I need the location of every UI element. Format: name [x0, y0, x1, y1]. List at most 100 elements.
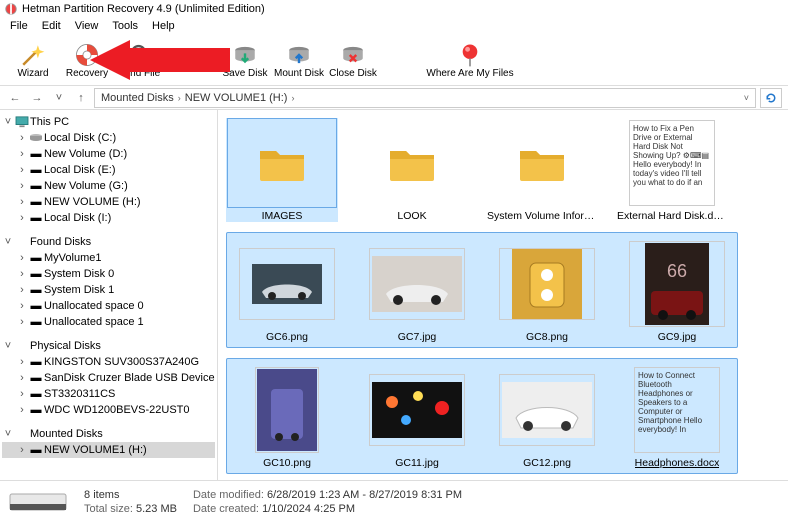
up-button[interactable]: ↑ [72, 92, 90, 104]
drive-icon: ▬ [28, 148, 44, 160]
status-bar: 8 items Total size: 5.23 MB Date modifie… [0, 480, 788, 522]
title-bar: Hetman Partition Recovery 4.9 (Unlimited… [0, 0, 788, 18]
tree-local-i[interactable]: ›▬Local Disk (I:) [2, 210, 215, 226]
tree-mounted[interactable]: ˅Mounted Disks [2, 426, 215, 442]
tree-sandisk[interactable]: ›▬SanDisk Cruzer Blade USB Device [2, 370, 215, 386]
nav-bar: ← → ˅ ↑ Mounted Disks › NEW VOLUME1 (H:)… [0, 86, 788, 110]
expand-icon[interactable]: › [16, 148, 28, 160]
menu-edit[interactable]: Edit [36, 18, 67, 36]
tree-physical[interactable]: ˅Physical Disks [2, 338, 215, 354]
expand-icon[interactable]: › [16, 212, 28, 224]
tree-new-h[interactable]: ›▬NEW VOLUME (H:) [2, 194, 215, 210]
forward-button[interactable]: → [28, 92, 46, 104]
main-area: ˅ This PC ›Local Disk (C:) ›▬New Volume … [0, 110, 788, 480]
selection-group-2: GC10.png GC11.jpg GC12.png How to Connec… [226, 358, 738, 474]
tree-local-c[interactable]: ›Local Disk (C:) [2, 130, 215, 146]
file-gc11[interactable]: GC11.jpg [361, 365, 473, 469]
tree-local-e[interactable]: ›▬Local Disk (E:) [2, 162, 215, 178]
file-headphones-docx[interactable]: How to Connect Bluetooth Headphones or S… [621, 365, 733, 469]
collapse-icon[interactable]: ˅ [2, 428, 14, 440]
collapse-icon[interactable]: ˅ [2, 340, 14, 352]
wizard-button[interactable]: Wizard [6, 40, 60, 79]
disk-icon [28, 133, 44, 143]
toolbar: Wizard Recovery Find File Save Disk Moun… [0, 36, 788, 86]
pc-icon [14, 116, 30, 128]
folder-svi[interactable]: System Volume Information [486, 118, 598, 222]
image-thumbnail [499, 374, 595, 446]
image-thumbnail [239, 248, 335, 320]
disk-close-icon [340, 42, 366, 68]
menu-file[interactable]: File [4, 18, 34, 36]
tree-sysdisk0[interactable]: ›▬System Disk 0 [2, 266, 215, 282]
file-gc12[interactable]: GC12.png [491, 365, 603, 469]
tree-found[interactable]: ˅Found Disks [2, 234, 215, 250]
tree-new-g[interactable]: ›▬New Volume (G:) [2, 178, 215, 194]
tree-panel[interactable]: ˅ This PC ›Local Disk (C:) ›▬New Volume … [0, 110, 218, 480]
tree-sysdisk1[interactable]: ›▬System Disk 1 [2, 282, 215, 298]
tree-mounted-h[interactable]: ›▬NEW VOLUME1 (H:) [2, 442, 215, 458]
menu-view[interactable]: View [69, 18, 105, 36]
search-icon [128, 42, 154, 68]
chevron-right-icon: › [291, 93, 294, 103]
disk-mount-icon [286, 42, 312, 68]
findfile-button[interactable]: Find File [114, 40, 168, 79]
folder-look[interactable]: LOOK [356, 118, 468, 222]
tree-kingston[interactable]: ›▬KINGSTON SUV300S37A240G [2, 354, 215, 370]
drive-icon: ▬ [28, 212, 44, 224]
menu-tools[interactable]: Tools [106, 18, 144, 36]
tree-st332[interactable]: ›▬ST3320311CS [2, 386, 215, 402]
image-thumbnail: 66 [629, 241, 725, 327]
file-gc7[interactable]: GC7.jpg [361, 239, 473, 343]
image-thumbnail [369, 248, 465, 320]
history-dropdown[interactable]: ˅ [50, 92, 68, 104]
pin-icon [457, 42, 483, 68]
tree-myvolume1[interactable]: ›▬MyVolume1 [2, 250, 215, 266]
menu-help[interactable]: Help [146, 18, 181, 36]
refresh-button[interactable] [760, 88, 782, 108]
back-button[interactable]: ← [6, 92, 24, 104]
tree-wdc[interactable]: ›▬WDC WD1200BEVS-22UST0 [2, 402, 215, 418]
folder-icon [258, 143, 306, 183]
menu-bar: File Edit View Tools Help [0, 18, 788, 36]
drive-icon: ▬ [28, 164, 44, 176]
chevron-right-icon: › [178, 93, 181, 103]
closedisk-button[interactable]: Close Disk [326, 40, 380, 79]
file-gc9[interactable]: 66 GC9.jpg [621, 239, 733, 343]
folder-images[interactable]: IMAGES [226, 118, 338, 222]
window-title: Hetman Partition Recovery 4.9 (Unlimited… [22, 3, 265, 15]
file-view[interactable]: IMAGES LOOK System Volume Information Ho… [218, 110, 788, 480]
file-gc10[interactable]: GC10.png [231, 365, 343, 469]
file-gc6[interactable]: GC6.png [231, 239, 343, 343]
selection-group: GC6.png GC7.jpg GC8.png 66 GC9.jpg [226, 232, 738, 348]
tree-new-d[interactable]: ›▬New Volume (D:) [2, 146, 215, 162]
savedisk-button[interactable]: Save Disk [218, 40, 272, 79]
file-external-docx[interactable]: How to Fix a Pen Drive or External Hard … [616, 118, 728, 222]
wherefiles-button[interactable]: Where Are My Files [420, 40, 520, 79]
svg-text:66: 66 [667, 261, 687, 281]
breadcrumb[interactable]: Mounted Disks › NEW VOLUME1 (H:) › ˅ [94, 88, 756, 108]
tree-unalloc0[interactable]: ›▬Unallocated space 0 [2, 298, 215, 314]
recovery-button[interactable]: Recovery [60, 40, 114, 79]
crumb-volume[interactable]: NEW VOLUME1 (H:) [185, 92, 288, 104]
folder-icon [388, 143, 436, 183]
chevron-down-icon[interactable]: ˅ [744, 93, 749, 103]
file-gc8[interactable]: GC8.png [491, 239, 603, 343]
tree-unalloc1[interactable]: ›▬Unallocated space 1 [2, 314, 215, 330]
crumb-mounted[interactable]: Mounted Disks [101, 92, 174, 104]
drive-icon: ▬ [28, 180, 44, 192]
drive-icon: ▬ [28, 196, 44, 208]
image-thumbnail [255, 367, 319, 453]
expand-icon[interactable]: › [16, 180, 28, 192]
doc-preview: How to Fix a Pen Drive or External Hard … [629, 120, 715, 206]
collapse-icon[interactable]: ˅ [2, 116, 14, 128]
expand-icon[interactable]: › [16, 164, 28, 176]
drive-icon [8, 488, 68, 516]
mountdisk-button[interactable]: Mount Disk [272, 40, 326, 79]
expand-icon[interactable]: › [16, 196, 28, 208]
tree-thispc[interactable]: ˅ This PC [2, 114, 215, 130]
refresh-icon [765, 92, 777, 104]
folder-icon [518, 143, 566, 183]
expand-icon[interactable]: › [16, 132, 28, 144]
collapse-icon[interactable]: ˅ [2, 236, 14, 248]
lifebuoy-icon [74, 42, 100, 68]
